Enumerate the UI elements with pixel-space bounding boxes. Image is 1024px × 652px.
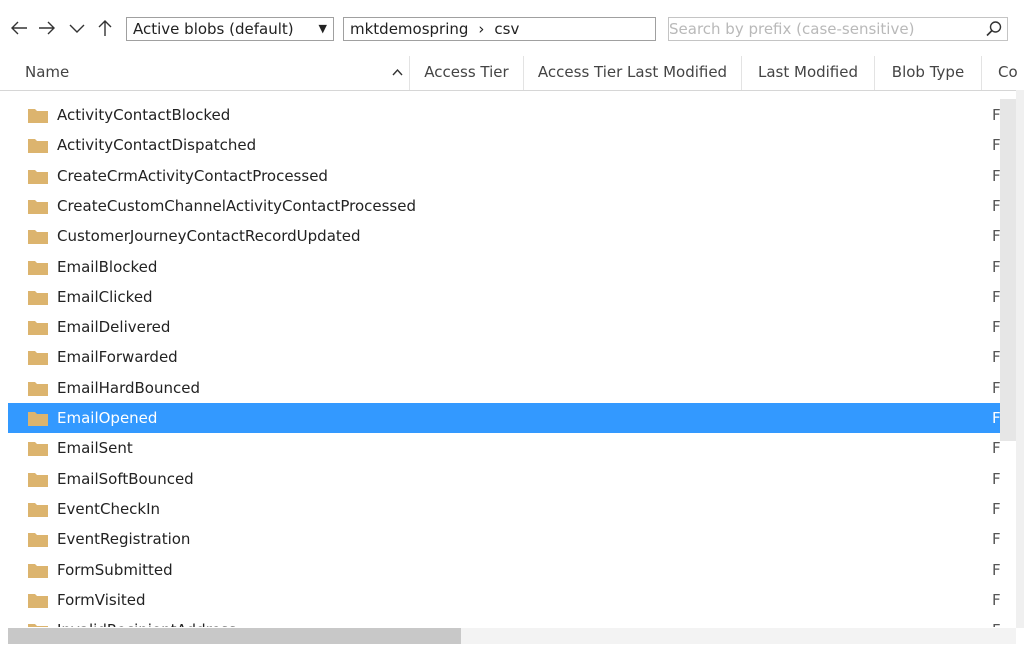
row-name: EmailClicked — [57, 288, 153, 306]
folder-icon — [28, 321, 48, 335]
table-row[interactable]: FormVisited F — [8, 585, 1016, 615]
row-content-type: F — [992, 561, 1001, 579]
folder-icon — [28, 533, 48, 547]
row-content-type: F — [992, 500, 1001, 518]
row-content-type: F — [992, 530, 1001, 548]
column-header-blob-type[interactable]: Blob Type — [875, 56, 982, 90]
column-header: Name Access Tier Access Tier Last Modifi… — [0, 56, 1024, 91]
horizontal-scrollbar-thumb[interactable] — [8, 628, 461, 644]
row-name: EmailOpened — [57, 409, 158, 427]
row-content-type: F — [992, 591, 1001, 609]
search-icon[interactable] — [985, 20, 1003, 38]
folder-icon — [28, 139, 48, 153]
table-row[interactable]: EventRegistration F — [8, 524, 1016, 554]
table-row[interactable]: EmailOpened F — [8, 403, 1016, 433]
folder-icon — [28, 170, 48, 184]
table-row[interactable]: CustomerJourneyContactRecordUpdated F — [8, 221, 1016, 251]
folder-icon — [28, 261, 48, 275]
table-row[interactable]: FormSubmitted F — [8, 555, 1016, 585]
row-name: ActivityContactBlocked — [57, 106, 231, 124]
folder-icon — [28, 382, 48, 396]
blob-filter-value: Active blobs (default) — [133, 20, 294, 38]
forward-button[interactable] — [36, 16, 58, 42]
table-row[interactable]: EmailForwarded F — [8, 342, 1016, 372]
blob-list: ActivityContactBlocked F ActivityContactDi… — [0, 99, 1016, 627]
row-name: EmailSoftBounced — [57, 470, 194, 488]
row-name: CustomerJourneyContactRecordUpdated — [57, 227, 361, 245]
table-row[interactable]: CreateCrmActivityContactProcessed F — [8, 161, 1016, 191]
column-header-access-tier-last-modified[interactable]: Access Tier Last Modified — [524, 56, 742, 90]
row-name: EmailBlocked — [57, 258, 158, 276]
folder-icon — [28, 442, 48, 456]
search-box — [668, 17, 1008, 41]
breadcrumb-item-container[interactable]: mktdemospring — [350, 20, 468, 38]
row-name: EventRegistration — [57, 530, 191, 548]
table-row[interactable]: ActivityContactDispatched F — [8, 130, 1016, 160]
up-button[interactable] — [94, 16, 116, 42]
arrow-up-icon — [98, 19, 112, 36]
column-header-name-label: Name — [25, 63, 70, 81]
search-input[interactable] — [669, 18, 969, 40]
breadcrumb-item-folder[interactable]: csv — [494, 20, 519, 38]
row-name: EmailSent — [57, 439, 133, 457]
folder-icon — [28, 412, 48, 426]
table-row[interactable]: EmailDelivered F — [8, 312, 1016, 342]
chevron-down-icon — [69, 24, 85, 33]
row-name: InvalidRecipientAddress — [57, 615, 236, 627]
table-row[interactable]: InvalidRecipientAddress F — [8, 615, 1016, 627]
row-name: FormVisited — [57, 591, 146, 609]
folder-icon — [28, 200, 48, 214]
row-name: EmailForwarded — [57, 348, 178, 366]
row-name: EventCheckIn — [57, 500, 161, 518]
table-row[interactable]: EmailSoftBounced F — [8, 464, 1016, 494]
table-row[interactable]: ActivityContactBlocked F — [8, 100, 1016, 130]
table-row[interactable]: EmailClicked F — [8, 282, 1016, 312]
row-name: EmailHardBounced — [57, 379, 200, 397]
arrow-right-icon — [39, 21, 55, 34]
folder-icon — [28, 564, 48, 578]
column-header-access-tier[interactable]: Access Tier — [410, 56, 524, 90]
arrow-left-icon — [11, 21, 27, 34]
row-name: CreateCrmActivityContactProcessed — [57, 167, 328, 185]
folder-icon — [28, 473, 48, 487]
folder-icon — [28, 351, 48, 365]
breadcrumb-chevron-icon: › — [478, 20, 485, 38]
vertical-scrollbar-track[interactable] — [1016, 90, 1024, 628]
row-content-type: F — [992, 615, 1001, 627]
column-header-name[interactable]: Name — [0, 56, 410, 90]
breadcrumb[interactable]: mktdemospring › csv — [343, 17, 656, 41]
table-row[interactable]: CreateCustomChannelActivityContactProces… — [8, 191, 1016, 221]
toolbar: Active blobs (default) ▼ mktdemospring › c… — [0, 0, 1024, 56]
table-row[interactable]: EmailSent F — [8, 433, 1016, 463]
row-name: FormSubmitted — [57, 561, 173, 579]
sort-ascending-icon — [392, 68, 403, 76]
folder-icon — [28, 291, 48, 305]
blob-filter-dropdown[interactable]: Active blobs (default) ▼ — [126, 17, 334, 41]
column-header-content-type[interactable]: Co — [982, 56, 1024, 90]
folder-icon — [28, 594, 48, 608]
row-content-type: F — [992, 470, 1001, 488]
table-row[interactable]: EmailBlocked F — [8, 252, 1016, 282]
folder-icon — [28, 624, 48, 627]
recent-locations-button[interactable] — [66, 16, 88, 42]
table-row[interactable]: EventCheckIn F — [8, 494, 1016, 524]
row-name: ActivityContactDispatched — [57, 136, 257, 154]
row-name: EmailDelivered — [57, 318, 171, 336]
folder-icon — [28, 503, 48, 517]
table-row[interactable]: EmailHardBounced F — [8, 373, 1016, 403]
row-name: CreateCustomChannelActivityContactProces… — [57, 197, 416, 215]
vertical-scrollbar-thumb[interactable] — [1000, 99, 1016, 441]
column-header-last-modified[interactable]: Last Modified — [742, 56, 875, 90]
folder-icon — [28, 230, 48, 244]
folder-icon — [28, 109, 48, 123]
back-button[interactable] — [8, 16, 30, 42]
dropdown-caret-icon: ▼ — [318, 22, 327, 35]
